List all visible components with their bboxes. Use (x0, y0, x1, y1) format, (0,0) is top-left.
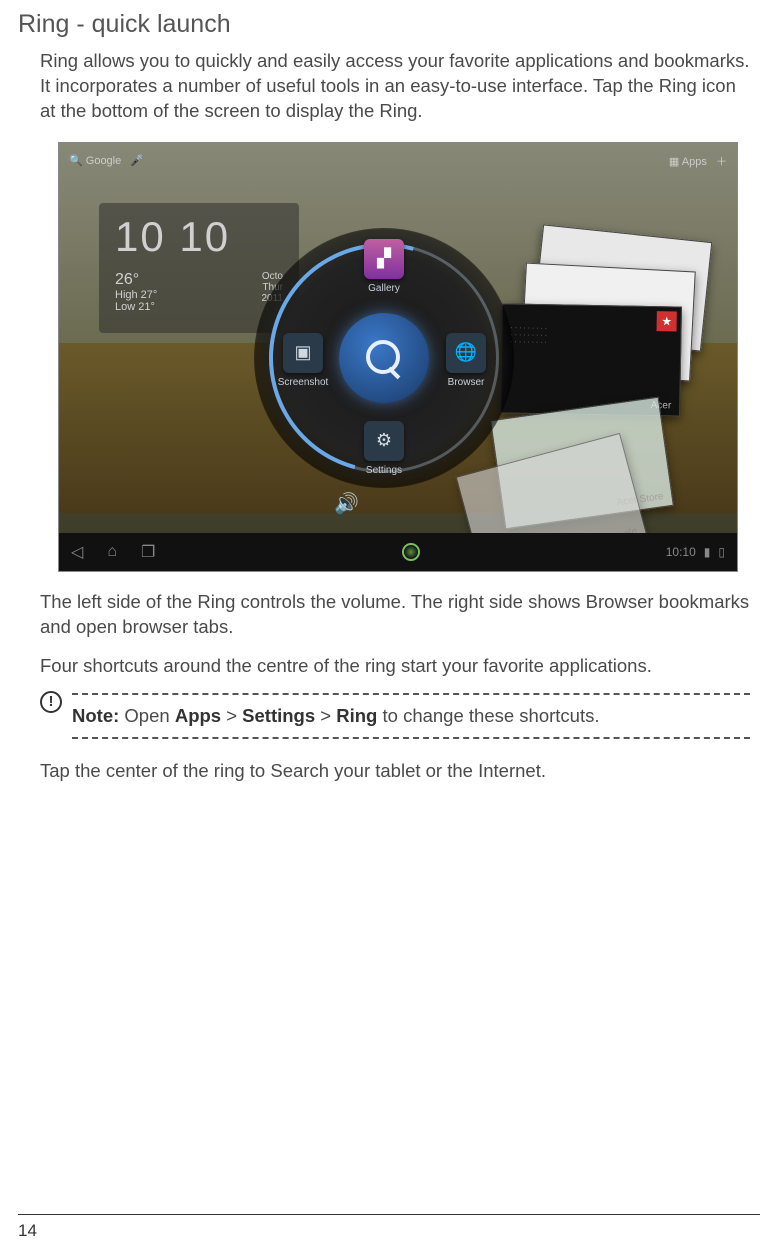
browser-icon: 🌐 (446, 333, 486, 373)
note-apps: Apps (175, 705, 221, 726)
intro-paragraph: Ring allows you to quickly and easily ac… (40, 49, 750, 124)
ring-shortcut-gallery[interactable]: ▞ Gallery (347, 239, 421, 294)
note-divider-top (72, 693, 750, 695)
ring-center-search[interactable] (339, 313, 429, 403)
note-alert-icon: ! (40, 691, 62, 713)
ring-shortcut-label: Browser (429, 377, 503, 388)
ring-overlay: ▞ Gallery ▣ Screenshot 🌐 Browser ⚙ Setti… (59, 143, 737, 571)
body-paragraph: Tap the center of the ring to Search you… (40, 759, 750, 784)
note-settings: Settings (242, 705, 315, 726)
system-navbar: ◁ ⌂ ❐ 10:10 ▮ ▯ (59, 533, 737, 571)
screenshot-icon: ▣ (283, 333, 323, 373)
wifi-icon: ▮ (704, 545, 711, 559)
body-paragraph: Four shortcuts around the centre of the … (40, 654, 750, 679)
settings-icon: ⚙ (364, 421, 404, 461)
note-divider-bottom (72, 737, 750, 739)
tablet-screenshot: 🔍 Google 🎤 ▦ Apps ＋ 10 10 26° High 27° L… (58, 142, 738, 572)
battery-icon: ▯ (718, 545, 725, 559)
page-number: 14 (18, 1221, 37, 1240)
ring-shortcut-screenshot[interactable]: ▣ Screenshot (266, 333, 340, 388)
ring-shortcut-label: Gallery (347, 283, 421, 294)
ring-launch-button[interactable] (402, 543, 420, 561)
section-heading: Ring - quick launch (18, 10, 760, 39)
ring-shortcut-label: Screenshot (266, 377, 340, 388)
volume-icon[interactable]: 🔊 (334, 491, 359, 516)
ring-shortcut-label: Settings (347, 465, 421, 476)
ring-shortcut-settings[interactable]: ⚙ Settings (347, 421, 421, 476)
note-text: Note: Open Apps > Settings > Ring to cha… (72, 701, 750, 731)
note-ring: Ring (336, 705, 377, 726)
page-footer: 14 (18, 1214, 760, 1241)
body-paragraph: The left side of the Ring controls the v… (40, 590, 750, 640)
screenshot-container: 🔍 Google 🎤 ▦ Apps ＋ 10 10 26° High 27° L… (58, 142, 720, 572)
search-icon (362, 336, 406, 380)
note-block: ! Note: Open Apps > Settings > Ring to c… (40, 687, 750, 745)
recent-apps-button[interactable]: ❐ (141, 542, 155, 562)
gallery-icon: ▞ (364, 239, 404, 279)
ring-shortcut-browser[interactable]: 🌐 Browser (429, 333, 503, 388)
back-button[interactable]: ◁ (71, 542, 83, 562)
home-button[interactable]: ⌂ (107, 543, 117, 561)
note-label: Note: (72, 705, 119, 726)
navbar-clock: 10:10 (666, 545, 696, 559)
